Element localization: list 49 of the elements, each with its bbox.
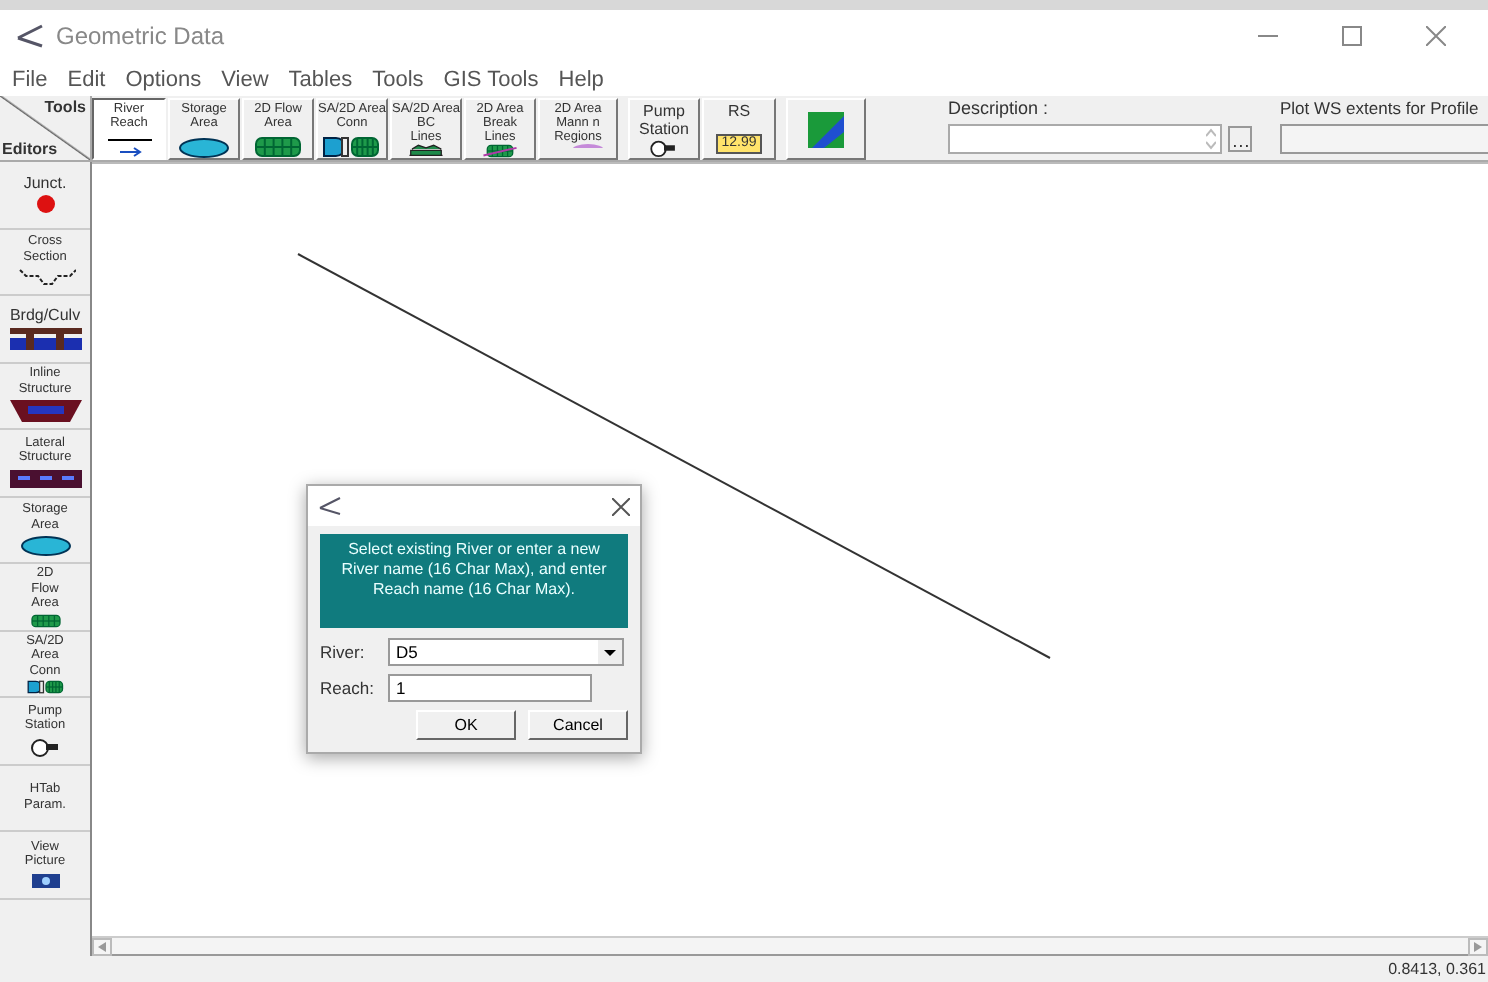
menu-item[interactable]: Tools (372, 67, 424, 91)
plot-extents-label: Plot WS extents for Profile (1280, 98, 1481, 118)
minimize-icon[interactable] (1258, 34, 1278, 38)
inline-structure-icon (7, 398, 83, 425)
bridge-icon (7, 325, 83, 352)
scroll-right-button[interactable] (1468, 937, 1488, 955)
right-arrow-icon (1474, 941, 1482, 951)
browse-button[interactable] (1228, 126, 1252, 152)
storage-area-icon (15, 534, 75, 557)
spinner-icon (1206, 128, 1216, 150)
menu-item[interactable]: Options (125, 67, 202, 91)
junction-dot-icon (35, 194, 55, 215)
scroll-left-button[interactable] (92, 937, 112, 955)
river-label: River: (320, 642, 367, 662)
menu-item[interactable]: View (221, 67, 269, 91)
dropdown-icon (598, 640, 622, 664)
menu-item[interactable]: Help (558, 67, 604, 91)
close-icon[interactable] (1426, 26, 1446, 46)
coordinates-readout: 0.8413, 0.361 (1388, 960, 1486, 978)
instruction-message: Select existing River or enter a new River name (16 Char Max), and enter Reach name (16 Char Max). (320, 534, 628, 628)
connection-icon (322, 136, 382, 158)
river-combo[interactable]: D5 (388, 638, 624, 666)
window-title: Geometric Data (56, 22, 225, 50)
left-arrow-icon (98, 941, 106, 951)
menu-item[interactable]: File (12, 67, 48, 91)
ok-button[interactable]: OK (416, 710, 516, 740)
cross-section-icon (15, 266, 75, 289)
map-icon (808, 112, 844, 148)
menu-item[interactable]: Edit (67, 67, 106, 91)
tools-header: Tools (44, 98, 86, 116)
menu-item[interactable]: Tables (288, 67, 353, 91)
storage-area-icon (174, 136, 234, 158)
reach-field[interactable]: 1 (388, 674, 592, 702)
camera-icon (29, 871, 61, 890)
description-field[interactable] (948, 124, 1222, 154)
ellipsis-icon (1232, 144, 1248, 150)
tool-button[interactable]: Pump Station (628, 98, 700, 160)
cancel-button[interactable]: Cancel (528, 710, 628, 740)
map-button[interactable] (786, 98, 866, 160)
app-logo-icon (318, 496, 342, 516)
lateral-structure-icon (7, 467, 83, 490)
close-icon[interactable] (612, 497, 630, 515)
app-logo-icon (16, 24, 44, 48)
profile-dropdown[interactable] (1280, 124, 1488, 154)
description-label: Description : (948, 98, 1051, 118)
editors-header: Editors (2, 140, 58, 158)
menu-item[interactable]: GIS Tools (443, 67, 539, 91)
reach-label: Reach: (320, 678, 376, 698)
maximize-icon[interactable] (1342, 26, 1362, 46)
